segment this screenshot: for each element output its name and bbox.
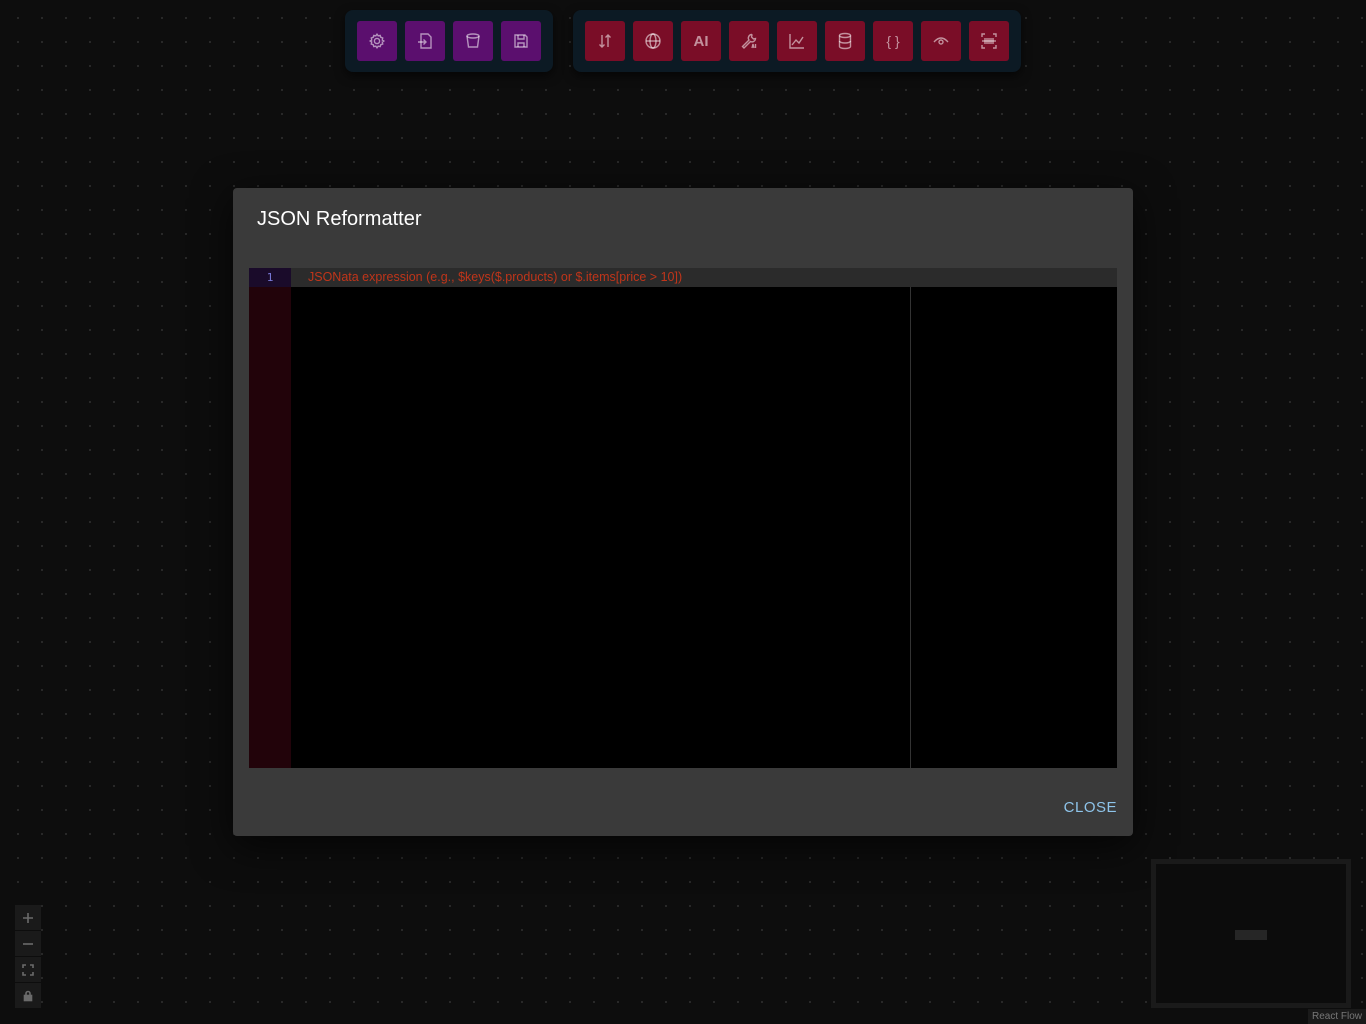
wrench-ai-icon <box>741 33 757 49</box>
www-globe-icon <box>645 33 661 49</box>
close-button[interactable]: CLOSE <box>1064 795 1117 820</box>
fit-view-button[interactable] <box>15 957 41 983</box>
zoom-out-button[interactable] <box>15 931 41 957</box>
sort-arrows-icon <box>599 34 611 48</box>
minimap-node <box>1235 930 1267 940</box>
preview-button[interactable] <box>921 21 961 61</box>
dialog-title: JSON Reformatter <box>257 208 422 230</box>
ai-text-icon: AI <box>693 32 709 50</box>
clear-button[interactable] <box>453 21 493 61</box>
chart-button[interactable] <box>777 21 817 61</box>
scan-button[interactable] <box>969 21 1009 61</box>
gear-icon <box>368 33 386 49</box>
json-reformatter-dialog: JSON Reformatter 1 JSONata expression (e… <box>233 188 1133 836</box>
import-icon <box>418 33 432 49</box>
line-number: 1 <box>249 268 291 287</box>
editor-gutter <box>249 268 291 768</box>
database-button[interactable] <box>825 21 865 61</box>
save-button[interactable] <box>501 21 541 61</box>
import-button[interactable] <box>405 21 445 61</box>
toolbar-primary <box>345 10 553 72</box>
bucket-icon <box>466 33 480 48</box>
minimap[interactable] <box>1151 859 1351 1008</box>
braces-icon: { } <box>886 33 900 49</box>
jsonata-editor[interactable]: 1 JSONata expression (e.g., $keys($.prod… <box>249 268 1117 768</box>
lock-button[interactable] <box>15 983 41 1009</box>
lock-icon <box>23 990 33 1001</box>
print-margin <box>910 287 911 768</box>
zoom-in-button[interactable] <box>15 905 41 931</box>
json-button[interactable]: { } <box>873 21 913 61</box>
database-icon <box>838 32 852 50</box>
react-flow-attribution[interactable]: React Flow <box>1307 1009 1366 1024</box>
minus-icon <box>23 942 33 945</box>
save-icon <box>514 34 528 48</box>
ai-tool-button[interactable] <box>729 21 769 61</box>
eye-icon <box>933 37 949 45</box>
sort-button[interactable] <box>585 21 625 61</box>
plus-icon <box>23 912 33 923</box>
editor-placeholder: JSONata expression (e.g., $keys($.produc… <box>308 270 683 284</box>
flow-controls <box>15 905 41 1009</box>
ai-button[interactable]: AI <box>681 21 721 61</box>
toolbar-tools: AI { } <box>573 10 1021 72</box>
fit-view-icon <box>22 963 34 976</box>
web-button[interactable] <box>633 21 673 61</box>
barcode-scan-icon <box>981 33 997 49</box>
settings-button[interactable] <box>357 21 397 61</box>
line-chart-icon <box>789 34 804 49</box>
